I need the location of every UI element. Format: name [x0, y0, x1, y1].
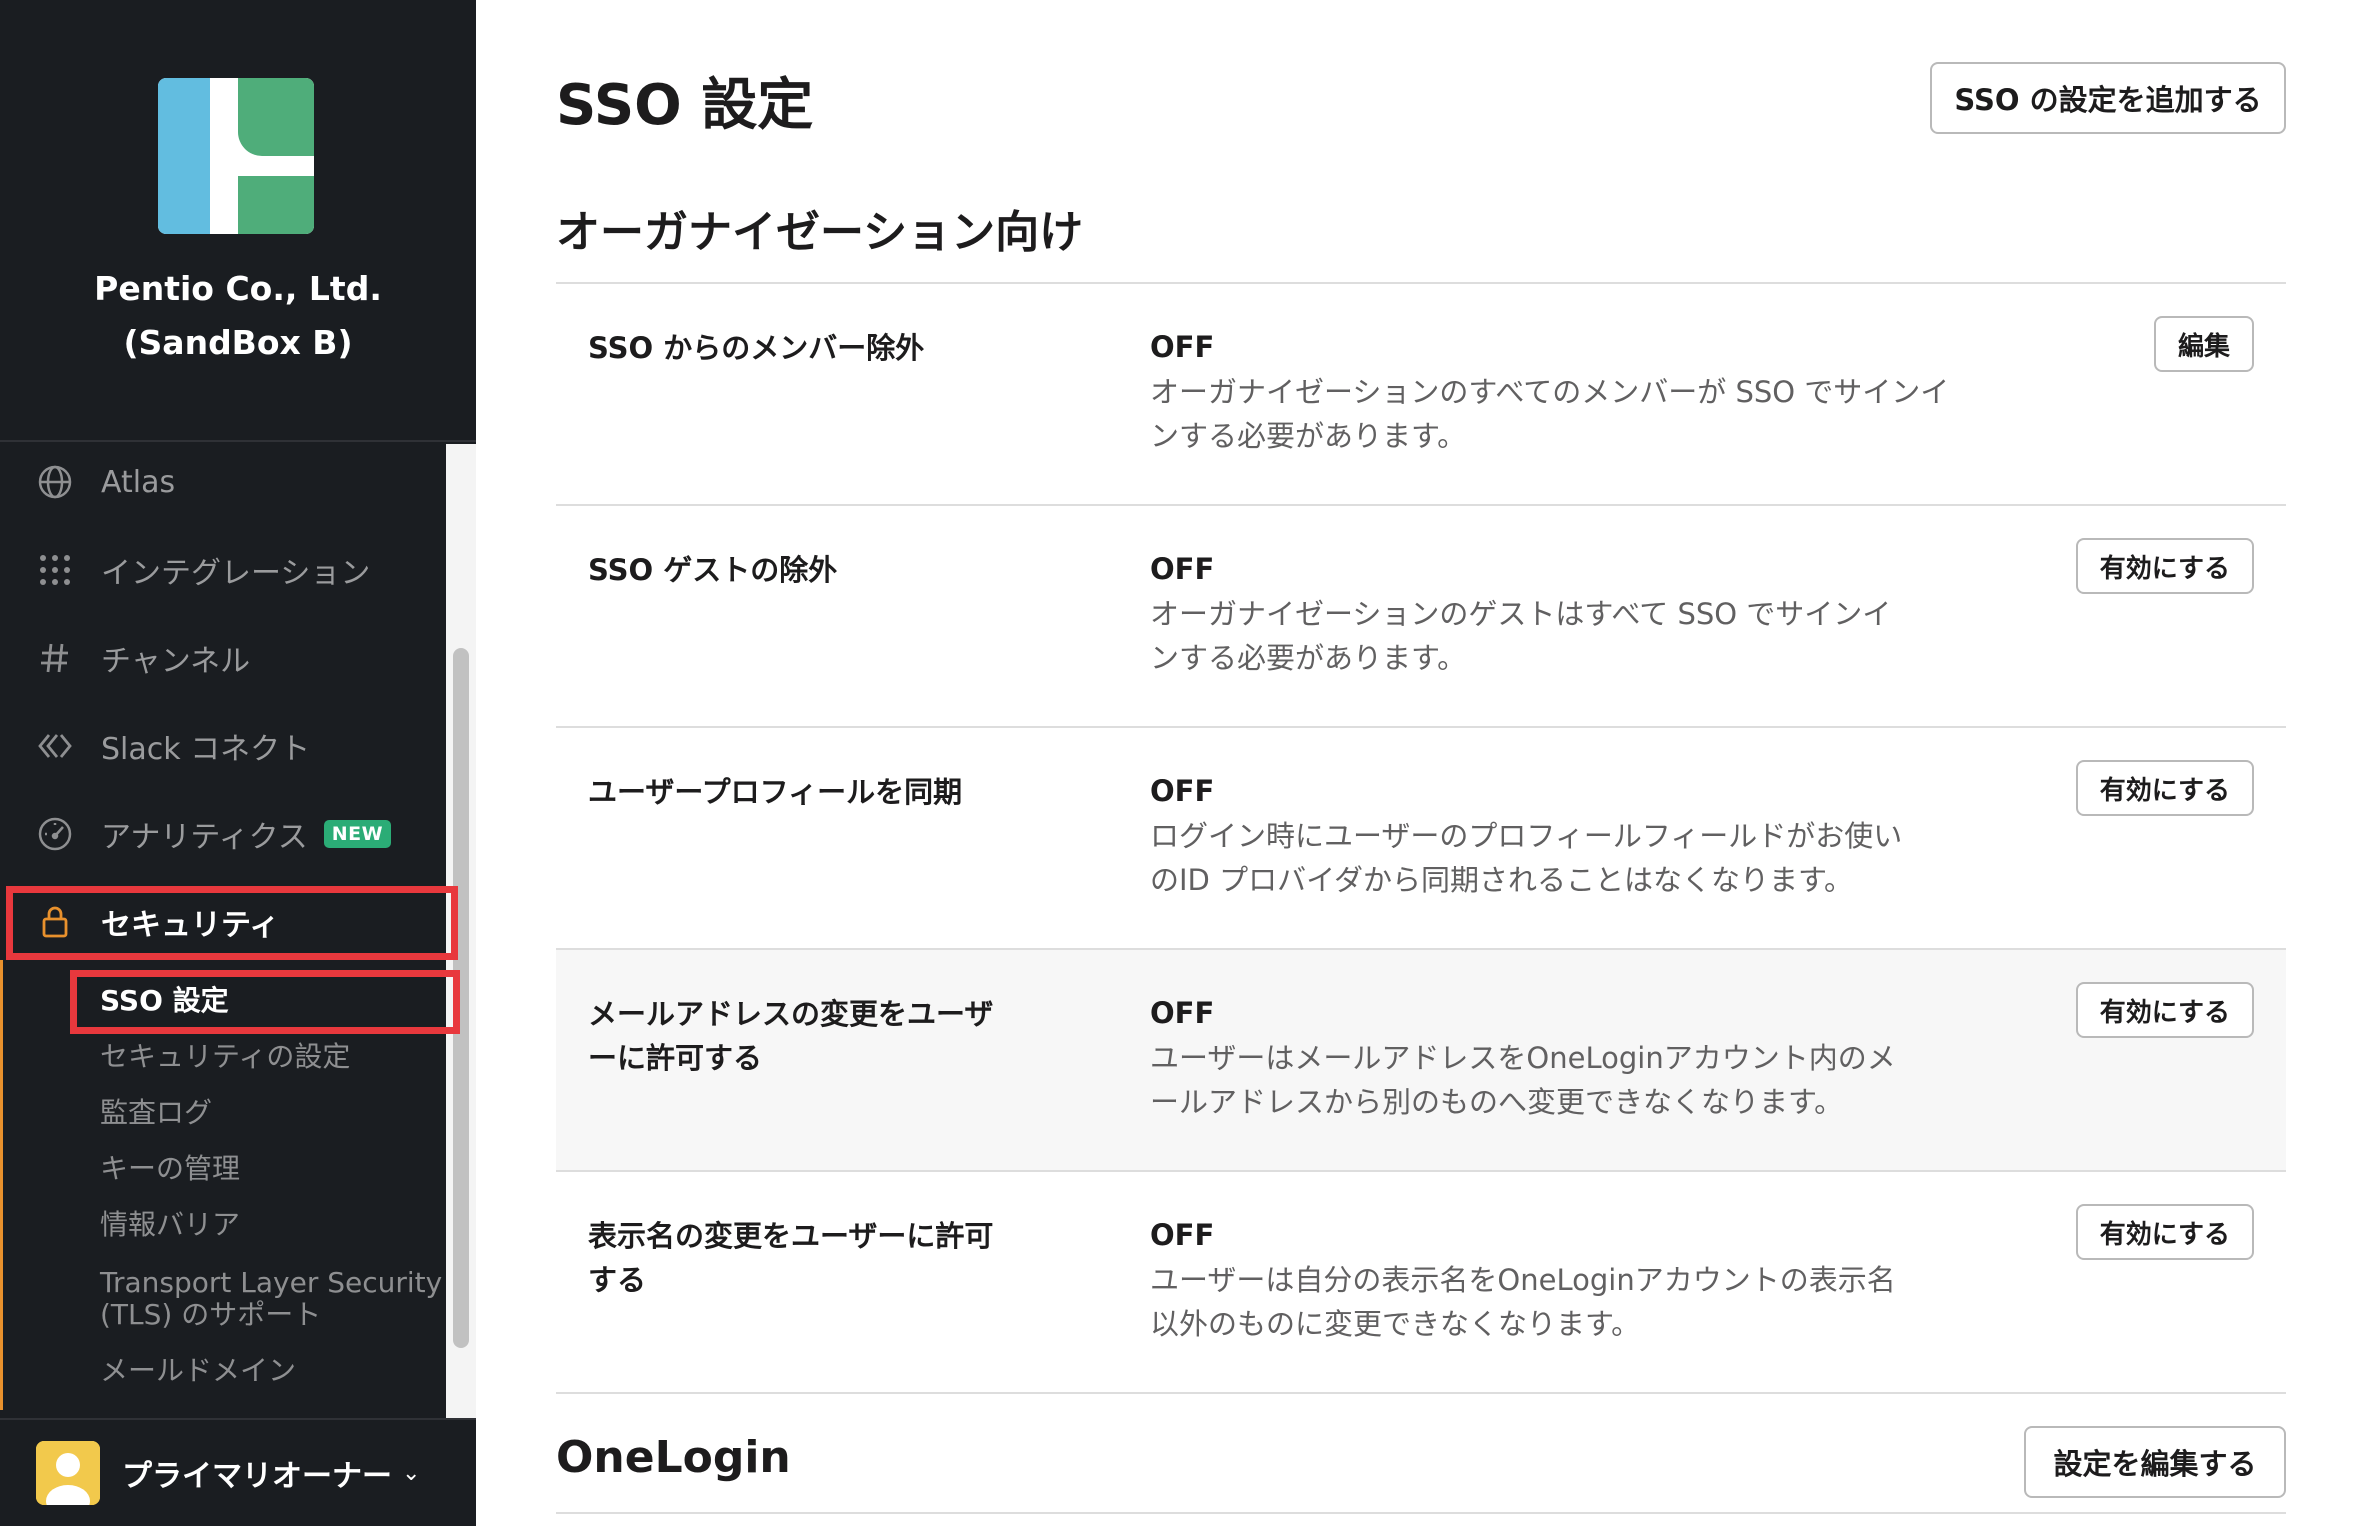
setting-row-profile-sync: ユーザープロフィールを同期 OFF ログイン時にユーザーのプロフィールフィールド…	[556, 728, 2286, 950]
setting-row-member-exclusion: SSO からのメンバー除外 OFF オーガナイゼーションのすべてのメンバーが S…	[556, 284, 2286, 506]
sub-item-security-settings[interactable]: セキュリティの設定	[100, 1040, 350, 1074]
nav-item-atlas[interactable]: Atlas	[0, 438, 446, 526]
edit-settings-button[interactable]: 設定を編集する	[2024, 1426, 2286, 1498]
sidebar: Pentio Co., Ltd. (SandBox B) Atlas インテグレ…	[0, 0, 476, 1526]
sso-highlight-box	[70, 970, 460, 1034]
nav-label-analytics: アナリティクス	[101, 820, 308, 855]
setting-row-email-change: メールアドレスの変更をユーザ ーに許可する OFF ユーザーはメールアドレスをO…	[556, 950, 2286, 1172]
row-description-line2: のID プロバイダから同期されることはなくなります。	[1150, 863, 1854, 897]
row-description-line1: オーガナイゼーションのゲストはすべて SSO でサインイ	[1150, 597, 1892, 631]
security-accent-bar	[0, 960, 3, 1410]
row-description: ログイン時にユーザーのプロフィールフィールドがお使い のID プロバイダから同期…	[1150, 814, 1970, 902]
row-description-line1: ユーザーはメールアドレスをOneLoginアカウント内のメ	[1150, 1041, 1896, 1075]
slack-connect-icon	[35, 726, 75, 766]
sub-item-tls-line1[interactable]: Transport Layer Security	[100, 1266, 442, 1300]
row-label: メールアドレスの変更をユーザ ーに許可する	[588, 992, 1028, 1080]
row-label: ユーザープロフィールを同期	[588, 775, 963, 809]
row-description: オーガナイゼーションのすべてのメンバーが SSO でサインイ ンする必要がありま…	[1150, 370, 1970, 458]
row-description: ユーザーは自分の表示名をOneLoginアカウントの表示名 以外のものに変更でき…	[1150, 1258, 1970, 1346]
chevron-down-icon: ⌄	[402, 1460, 421, 1486]
sub-item-email-domains[interactable]: メールドメイン	[100, 1354, 296, 1388]
nav-item-channels[interactable]: チャンネル	[0, 614, 446, 702]
hash-icon	[35, 638, 75, 678]
sub-item-audit-logs[interactable]: 監査ログ	[100, 1096, 212, 1130]
main-content: SSO 設定 SSO の設定を追加する オーガナイゼーション向け SSO からの…	[476, 0, 2362, 1526]
row-label-line2: する	[588, 1263, 647, 1297]
row-description-line2: ンする必要があります。	[1150, 641, 1467, 675]
user-menu[interactable]: プライマリオーナー ⌄	[0, 1418, 476, 1526]
enable-button[interactable]: 有効にする	[2075, 982, 2254, 1038]
nav-label-slack-connect: Slack コネクト	[101, 732, 311, 767]
row-label: 表示名の変更をユーザーに許可 する	[588, 1214, 1028, 1302]
nav-label-channels: チャンネル	[101, 644, 251, 679]
nav-item-analytics[interactable]: アナリティクス NEW	[0, 790, 446, 878]
org-name: Pentio Co., Ltd. (SandBox B)	[0, 262, 476, 370]
org-name-line1: Pentio Co., Ltd.	[94, 269, 382, 308]
row-description-line2: 以外のものに変更できなくなります。	[1150, 1307, 1641, 1341]
gauge-icon	[35, 814, 75, 854]
page-title: SSO 設定	[556, 73, 814, 138]
row-label: SSO からのメンバー除外	[588, 331, 925, 365]
settings-table: SSO からのメンバー除外 OFF オーガナイゼーションのすべてのメンバーが S…	[556, 282, 2286, 1394]
new-badge: NEW	[323, 820, 392, 848]
enable-button[interactable]: 有効にする	[2075, 538, 2254, 594]
row-description-line2: ールアドレスから別のものへ変更できなくなります。	[1150, 1085, 1844, 1119]
row-description-line1: ユーザーは自分の表示名をOneLoginアカウントの表示名	[1150, 1263, 1896, 1297]
row-status: OFF	[1150, 552, 1215, 586]
sub-item-key-management[interactable]: キーの管理	[100, 1152, 240, 1186]
nav-label-atlas: Atlas	[101, 464, 176, 500]
avatar	[36, 1441, 100, 1505]
section-title-organization: オーガナイゼーション向け	[556, 207, 1084, 258]
edit-button[interactable]: 編集	[2153, 316, 2254, 372]
divider	[556, 1512, 2286, 1514]
row-status: OFF	[1150, 996, 1215, 1030]
nav-item-integrations[interactable]: インテグレーション	[0, 526, 446, 614]
row-status: OFF	[1150, 330, 1215, 364]
add-sso-config-button[interactable]: SSO の設定を追加する	[1930, 62, 2286, 134]
row-status: OFF	[1150, 774, 1215, 808]
row-description-line2: ンする必要があります。	[1150, 419, 1467, 453]
nav-item-slack-connect[interactable]: Slack コネクト	[0, 702, 446, 790]
globe-icon	[35, 462, 75, 502]
setting-row-display-name-change: 表示名の変更をユーザーに許可 する OFF ユーザーは自分の表示名をOneLog…	[556, 1172, 2286, 1394]
row-description-line1: ログイン時にユーザーのプロフィールフィールドがお使い	[1150, 819, 1903, 853]
row-label-line1: 表示名の変更をユーザーに許可	[588, 1219, 994, 1253]
row-description: オーガナイゼーションのゲストはすべて SSO でサインイ ンする必要があります。	[1150, 592, 1970, 680]
setting-row-guest-exclusion: SSO ゲストの除外 OFF オーガナイゼーションのゲストはすべて SSO でサ…	[556, 506, 2286, 728]
enable-button[interactable]: 有効にする	[2075, 1204, 2254, 1260]
sub-item-info-barriers[interactable]: 情報バリア	[100, 1208, 240, 1242]
row-description: ユーザーはメールアドレスをOneLoginアカウント内のメ ールアドレスから別の…	[1150, 1036, 1970, 1124]
user-name: プライマリオーナー	[122, 1459, 392, 1494]
security-highlight-box	[6, 886, 458, 960]
row-description-line1: オーガナイゼーションのすべてのメンバーが SSO でサインイ	[1150, 375, 1950, 409]
nav-label-integrations: インテグレーション	[101, 556, 371, 591]
org-header: Pentio Co., Ltd. (SandBox B)	[0, 0, 476, 442]
grid-dots-icon	[35, 550, 75, 590]
section-title-onelogin: OneLogin	[556, 1432, 791, 1483]
enable-button[interactable]: 有効にする	[2075, 760, 2254, 816]
row-label-line1: メールアドレスの変更をユーザ	[588, 997, 994, 1031]
org-name-line2: (SandBox B)	[123, 323, 353, 362]
row-label-line2: ーに許可する	[588, 1041, 763, 1075]
row-label: SSO ゲストの除外	[588, 553, 838, 587]
org-logo	[158, 78, 314, 234]
row-status: OFF	[1150, 1218, 1215, 1252]
sub-item-tls-line2[interactable]: (TLS) のサポート	[100, 1298, 321, 1332]
